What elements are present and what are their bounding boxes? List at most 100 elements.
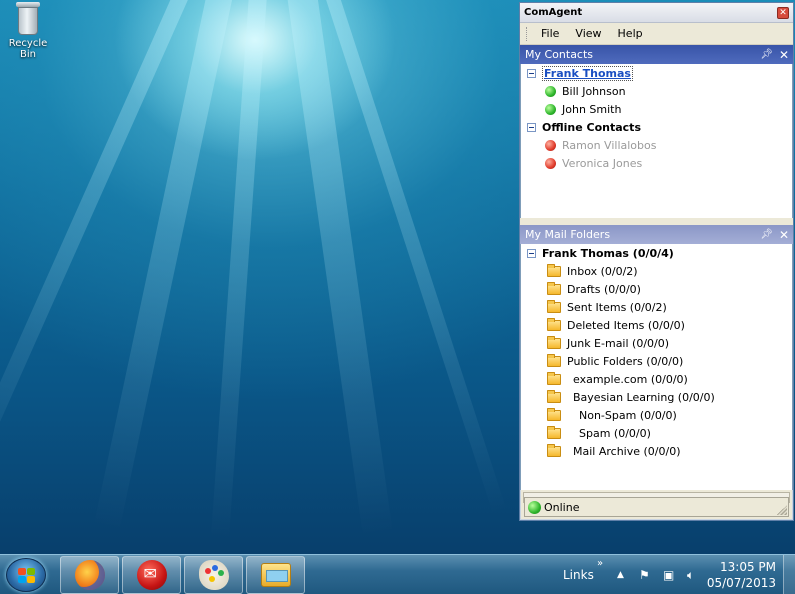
system-clock[interactable]: 13:05 PM 05/07/2013 — [706, 559, 776, 591]
title-bar[interactable]: ComAgent ✕ — [520, 3, 793, 23]
desktop-icon-label: Recycle Bin — [8, 38, 48, 60]
contacts-pane-title: My Contacts — [525, 48, 594, 61]
collapse-icon[interactable] — [527, 122, 536, 132]
folders-pane-header[interactable]: My Mail Folders 📌︎ ✕ — [520, 225, 793, 244]
windows-logo-icon — [18, 568, 36, 584]
folder-item[interactable]: Drafts (0/0/0) — [547, 280, 641, 298]
online-status-icon — [545, 103, 556, 115]
contact-name: Veronica Jones — [562, 156, 643, 170]
start-button[interactable] — [6, 558, 46, 592]
network-icon[interactable]: ▣ — [663, 568, 674, 582]
menu-view[interactable]: View — [567, 25, 609, 42]
window-title: ComAgent — [524, 7, 583, 18]
folder-item[interactable]: Junk E-mail (0/0/0) — [547, 334, 669, 352]
folder-label: Deleted Items (0/0/0) — [567, 318, 685, 332]
offline-status-icon — [545, 139, 556, 151]
contacts-pane-header[interactable]: My Contacts 📌︎ ✕ — [520, 45, 793, 64]
menu-help[interactable]: Help — [610, 25, 651, 42]
mail-icon — [136, 560, 167, 590]
folder-item[interactable]: Bayesian Learning (0/0/0) — [547, 388, 715, 406]
folder-icon — [547, 407, 561, 421]
menu-bar: File View Help — [520, 23, 793, 45]
contacts-tree[interactable]: Frank Thomas Bill Johnson John Smith Off… — [520, 64, 793, 218]
clock-time: 13:05 PM — [720, 560, 776, 574]
online-status-icon — [545, 85, 556, 97]
taskbar: Links » ▲ ⚑ ▣ 🔈︎ 13:05 PM 05/07/2013 — [0, 554, 795, 594]
contact-name: Bill Johnson — [562, 84, 626, 98]
status-bar: Online — [524, 497, 789, 517]
show-desktop-button[interactable] — [783, 555, 795, 594]
show-hidden-icons-icon[interactable]: ▲ — [617, 570, 624, 580]
explorer-icon — [260, 563, 291, 587]
volume-icon[interactable]: 🔈︎ — [687, 568, 694, 583]
collapse-icon[interactable] — [527, 68, 536, 78]
firefox-icon — [74, 560, 105, 590]
contact-item[interactable]: Ramon Villalobos — [545, 136, 656, 154]
menu-file[interactable]: File — [533, 25, 567, 42]
taskbar-button-firefox[interactable] — [60, 556, 119, 594]
folder-label: Spam (0/0/0) — [579, 426, 651, 440]
contact-name: John Smith — [562, 102, 622, 116]
contact-group-label: Offline Contacts — [542, 120, 641, 134]
folder-icon — [547, 263, 561, 277]
links-toolbar-label[interactable]: Links — [563, 568, 594, 582]
desktop-icon-recycle-bin[interactable]: Recycle Bin — [2, 2, 54, 60]
contact-group-label: Frank Thomas — [542, 65, 633, 81]
folder-label: Bayesian Learning (0/0/0) — [573, 390, 715, 404]
close-pane-icon[interactable]: ✕ — [779, 48, 789, 62]
online-status-icon[interactable] — [528, 500, 541, 514]
folder-label: Mail Archive (0/0/0) — [573, 444, 681, 458]
folder-item[interactable]: Inbox (0/0/2) — [547, 262, 638, 280]
folder-item[interactable]: Non-Spam (0/0/0) — [547, 406, 677, 424]
comagent-window[interactable]: ComAgent ✕ File View Help My Contacts 📌︎… — [519, 2, 794, 521]
paint-icon — [198, 560, 229, 590]
folder-icon — [547, 353, 561, 367]
folder-item[interactable]: Sent Items (0/0/2) — [547, 298, 667, 316]
folder-item[interactable]: Spam (0/0/0) — [547, 424, 651, 442]
folder-label: example.com (0/0/0) — [573, 372, 688, 386]
folders-pane-title: My Mail Folders — [525, 228, 611, 241]
contact-name: Ramon Villalobos — [562, 138, 657, 152]
contact-item[interactable]: Veronica Jones — [545, 154, 642, 172]
close-pane-icon[interactable]: ✕ — [779, 228, 789, 242]
contact-group-frank-thomas[interactable]: Frank Thomas — [527, 64, 633, 82]
folder-item[interactable]: example.com (0/0/0) — [547, 370, 688, 388]
folder-icon — [547, 317, 561, 331]
light-ray — [285, 0, 393, 537]
resize-grip-icon[interactable] — [777, 505, 787, 515]
folder-label: Non-Spam (0/0/0) — [579, 408, 677, 422]
chevron-right-icon[interactable]: » — [597, 558, 603, 569]
folders-tree[interactable]: Frank Thomas (0/0/4) Inbox (0/0/2) Draft… — [520, 244, 793, 490]
folder-icon — [547, 335, 561, 349]
mail-account-label: Frank Thomas (0/0/4) — [542, 246, 674, 260]
contact-item[interactable]: John Smith — [545, 100, 621, 118]
action-center-flag-icon[interactable]: ⚑ — [639, 568, 650, 582]
folder-label: Inbox (0/0/2) — [567, 264, 638, 278]
taskbar-button-mail[interactable] — [122, 556, 181, 594]
taskbar-button-paint[interactable] — [184, 556, 243, 594]
recycle-bin-icon — [15, 2, 41, 36]
collapse-icon[interactable] — [527, 248, 536, 258]
folder-icon — [547, 371, 561, 385]
folder-icon — [547, 281, 561, 295]
contact-group-offline[interactable]: Offline Contacts — [527, 118, 641, 136]
folder-icon — [547, 425, 561, 439]
folder-icon — [547, 389, 561, 403]
folder-label: Sent Items (0/0/2) — [567, 300, 667, 314]
folder-item[interactable]: Deleted Items (0/0/0) — [547, 316, 685, 334]
status-text: Online — [544, 500, 580, 514]
pin-icon[interactable]: 📌︎ — [760, 49, 773, 60]
toolbar-grip-icon[interactable] — [526, 26, 529, 41]
mail-account-node[interactable]: Frank Thomas (0/0/4) — [527, 244, 674, 262]
folder-icon — [547, 299, 561, 313]
contact-item[interactable]: Bill Johnson — [545, 82, 626, 100]
offline-status-icon — [545, 157, 556, 169]
folder-item[interactable]: Mail Archive (0/0/0) — [547, 442, 681, 460]
folder-item[interactable]: Public Folders (0/0/0) — [547, 352, 683, 370]
clock-date: 05/07/2013 — [706, 576, 776, 590]
taskbar-button-explorer[interactable] — [246, 556, 305, 594]
pin-icon[interactable]: 📌︎ — [760, 229, 773, 240]
light-ray — [93, 0, 236, 531]
pane-splitter[interactable] — [520, 218, 793, 225]
close-icon[interactable]: ✕ — [777, 6, 789, 19]
